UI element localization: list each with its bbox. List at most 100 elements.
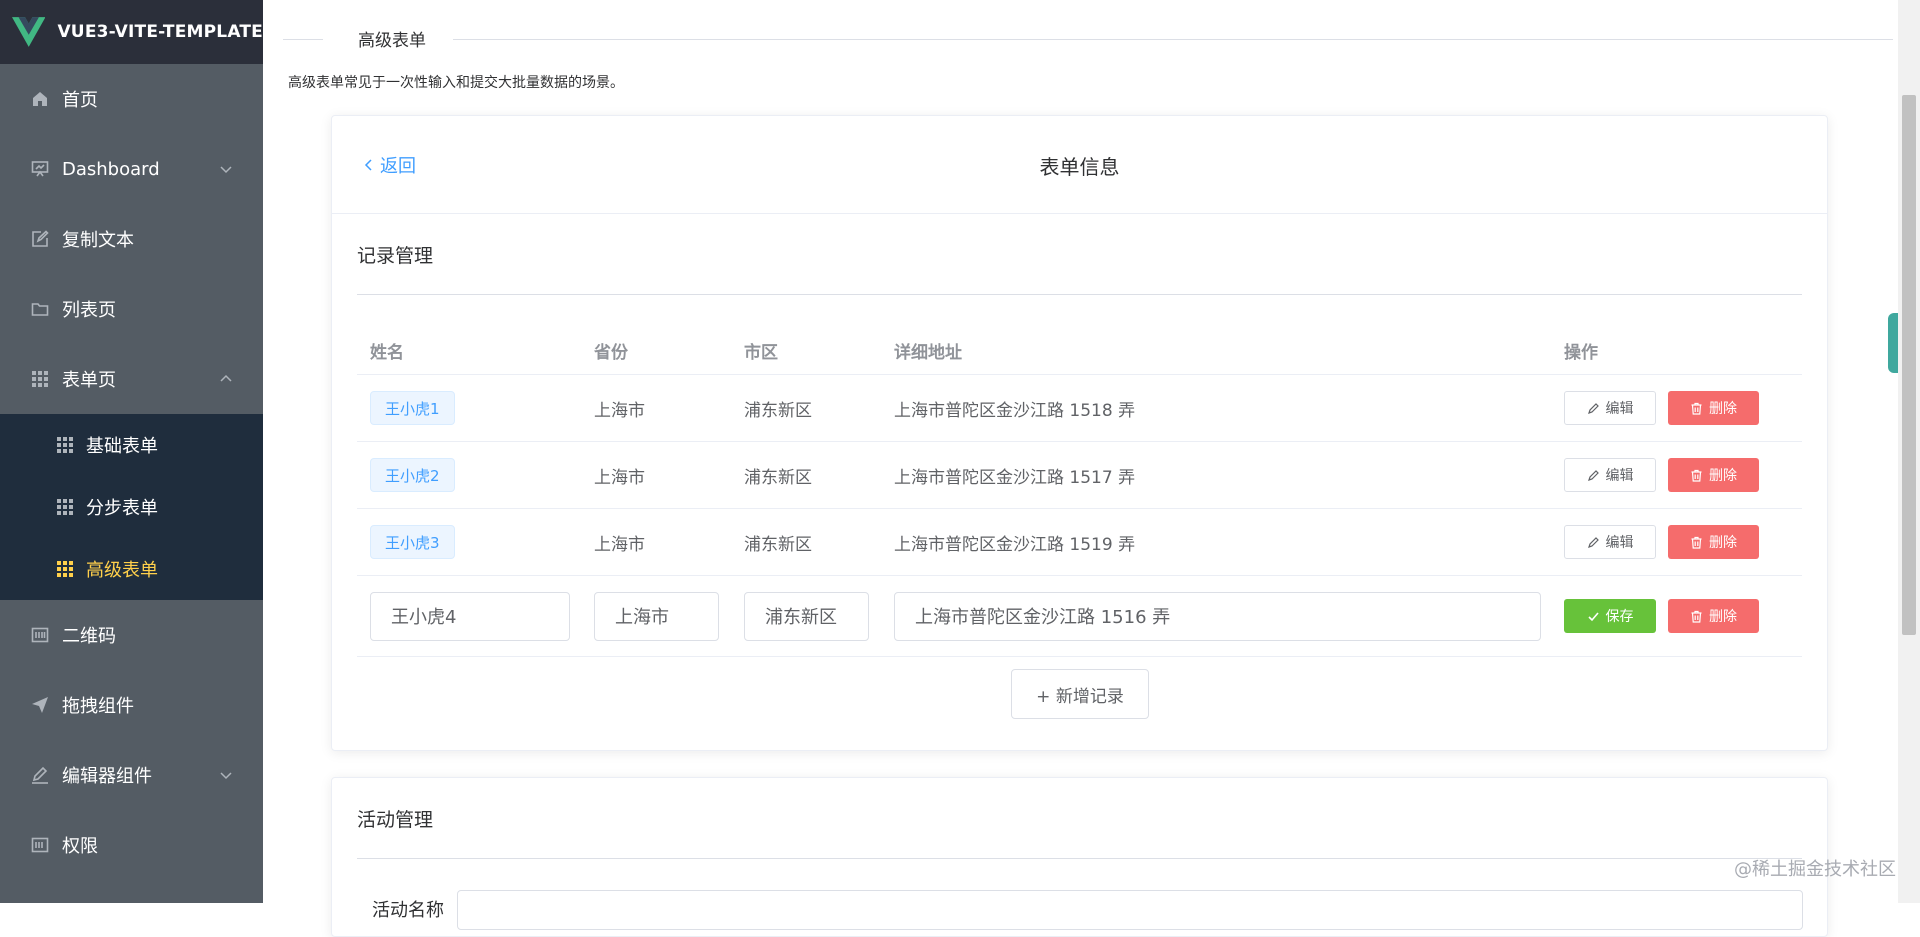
sidebar-item-label: 分步表单 <box>86 498 158 519</box>
sidebar-item-dashboard[interactable]: Dashboard <box>0 134 263 204</box>
page-title: 高级表单 <box>358 31 426 51</box>
qrcode-icon <box>30 625 50 645</box>
trash-icon <box>1691 536 1702 549</box>
add-record-button[interactable]: + 新增记录 <box>1011 669 1149 719</box>
page-description: 高级表单常见于一次性输入和提交大批量数据的场景。 <box>288 75 624 91</box>
delete-button[interactable]: 删除 <box>1668 599 1759 633</box>
scrollbar-thumb[interactable] <box>1902 95 1916 635</box>
table-row-editing: 王小虎4 上海市 浦东新区 上海市普陀区金沙江路 1516 弄 保存 删除 <box>357 576 1802 657</box>
delete-label: 删除 <box>1709 609 1737 625</box>
divider <box>453 39 1893 40</box>
sidebar-item-label: 权限 <box>62 836 98 857</box>
delete-button[interactable]: 删除 <box>1668 458 1759 492</box>
province-input[interactable]: 上海市 <box>594 591 719 641</box>
card-title: 表单信息 <box>1039 155 1120 179</box>
sidebar-item-label: 拖拽组件 <box>62 696 134 717</box>
sidebar-item-label: 首页 <box>62 90 98 111</box>
column-header-address: 详细地址 <box>894 343 962 363</box>
chevron-down-icon <box>220 772 232 780</box>
city-cell: 浦东新区 <box>744 534 812 555</box>
pencil-icon <box>1587 469 1599 481</box>
divider <box>357 294 1802 295</box>
divider <box>357 858 1802 859</box>
sidebar-item-drag[interactable]: 拖拽组件 <box>0 670 263 740</box>
form-info-card: 返回 表单信息 记录管理 姓名 省份 市区 详细地址 操作 王小虎1 上海市 浦… <box>331 115 1828 751</box>
trash-icon <box>1691 402 1702 415</box>
activity-card: 活动管理 活动名称 <box>331 777 1828 937</box>
edit-label: 编辑 <box>1605 468 1634 484</box>
delete-button[interactable]: 删除 <box>1668 525 1759 559</box>
address-input[interactable]: 上海市普陀区金沙江路 1516 弄 <box>894 591 1541 641</box>
sidebar-item-label: 复制文本 <box>62 230 134 251</box>
delete-button[interactable]: 删除 <box>1668 391 1759 425</box>
sidebar-item-qrcode[interactable]: 二维码 <box>0 600 263 670</box>
edit-document-icon <box>30 229 50 249</box>
column-header-actions: 操作 <box>1564 343 1598 363</box>
table-row: 王小虎2 上海市 浦东新区 上海市普陀区金沙江路 1517 弄 编辑 删除 <box>357 442 1802 509</box>
folder-icon <box>30 299 50 319</box>
grid-icon <box>57 561 73 577</box>
section-title-records: 记录管理 <box>357 245 434 267</box>
main-content: 高级表单 高级表单常见于一次性输入和提交大批量数据的场景。 返回 表单信息 记录… <box>263 0 1898 937</box>
table-header-row: 姓名 省份 市区 详细地址 操作 <box>357 327 1802 375</box>
name-tag: 王小虎2 <box>370 458 455 492</box>
address-cell: 上海市普陀区金沙江路 1517 弄 <box>894 467 1136 488</box>
sidebar-item-basic-form[interactable]: 基础表单 <box>0 414 263 476</box>
pencil-icon <box>1587 536 1599 548</box>
name-input[interactable]: 王小虎4 <box>370 591 570 641</box>
card-header: 返回 表单信息 <box>332 116 1827 214</box>
address-cell: 上海市普陀区金沙江路 1519 弄 <box>894 534 1136 555</box>
chevron-up-icon <box>220 374 232 382</box>
sidebar-item-label: 编辑器组件 <box>62 766 152 787</box>
edit-button[interactable]: 编辑 <box>1564 525 1656 559</box>
table-row: 王小虎1 上海市 浦东新区 上海市普陀区金沙江路 1518 弄 编辑 删除 <box>357 375 1802 442</box>
activity-name-input[interactable] <box>457 890 1803 930</box>
edit-button[interactable]: 编辑 <box>1564 391 1656 425</box>
section-title-activity: 活动管理 <box>357 809 434 831</box>
sidebar-item-copy-text[interactable]: 复制文本 <box>0 204 263 274</box>
name-tag: 王小虎3 <box>370 525 455 559</box>
trash-icon <box>1691 610 1702 623</box>
sidebar-item-label: 列表页 <box>62 300 116 321</box>
sidebar-item-label: 高级表单 <box>86 560 158 581</box>
sidebar-item-step-form[interactable]: 分步表单 <box>0 476 263 538</box>
city-input[interactable]: 浦东新区 <box>744 591 869 641</box>
delete-label: 删除 <box>1709 535 1737 551</box>
delete-label: 删除 <box>1709 468 1737 484</box>
sidebar: VUE3-VITE-TEMPLATE 首页 Dashboard 复制文本 列表页… <box>0 0 263 903</box>
grid-icon <box>30 369 50 389</box>
sidebar-item-editor[interactable]: 编辑器组件 <box>0 740 263 810</box>
side-drawer-handle[interactable] <box>1888 313 1898 373</box>
sidebar-item-advanced-form[interactable]: 高级表单 <box>0 538 263 600</box>
pencil-icon <box>1587 402 1599 414</box>
scrollbar[interactable] <box>1898 0 1920 903</box>
logo[interactable]: VUE3-VITE-TEMPLATE <box>0 0 263 64</box>
sidebar-item-label: Dashboard <box>62 158 160 180</box>
pen-icon <box>30 765 50 785</box>
sidebar-item-form[interactable]: 表单页 <box>0 344 263 414</box>
save-button[interactable]: 保存 <box>1564 599 1656 633</box>
column-header-name: 姓名 <box>370 343 404 363</box>
sidebar-item-label: 基础表单 <box>86 436 158 457</box>
edit-button[interactable]: 编辑 <box>1564 458 1656 492</box>
watermark: @稀土掘金技术社区 <box>1734 859 1896 880</box>
divider <box>283 39 323 40</box>
check-icon <box>1587 611 1599 621</box>
province-cell: 上海市 <box>594 400 645 421</box>
edit-label: 编辑 <box>1605 401 1634 417</box>
sidebar-item-permission[interactable]: 权限 <box>0 810 263 880</box>
grid-icon <box>57 499 73 515</box>
page-header: 高级表单 <box>283 26 1893 52</box>
name-tag: 王小虎1 <box>370 391 455 425</box>
records-table: 姓名 省份 市区 详细地址 操作 王小虎1 上海市 浦东新区 上海市普陀区金沙江… <box>357 327 1802 657</box>
column-header-province: 省份 <box>594 343 628 363</box>
address-cell: 上海市普陀区金沙江路 1518 弄 <box>894 400 1136 421</box>
sidebar-item-list[interactable]: 列表页 <box>0 274 263 344</box>
trash-icon <box>1691 469 1702 482</box>
grid-icon <box>57 437 73 453</box>
sidebar-item-label: 表单页 <box>62 370 116 391</box>
paper-plane-icon <box>30 695 50 715</box>
dashboard-icon <box>30 159 50 179</box>
sidebar-item-home[interactable]: 首页 <box>0 64 263 134</box>
home-icon <box>30 89 50 109</box>
